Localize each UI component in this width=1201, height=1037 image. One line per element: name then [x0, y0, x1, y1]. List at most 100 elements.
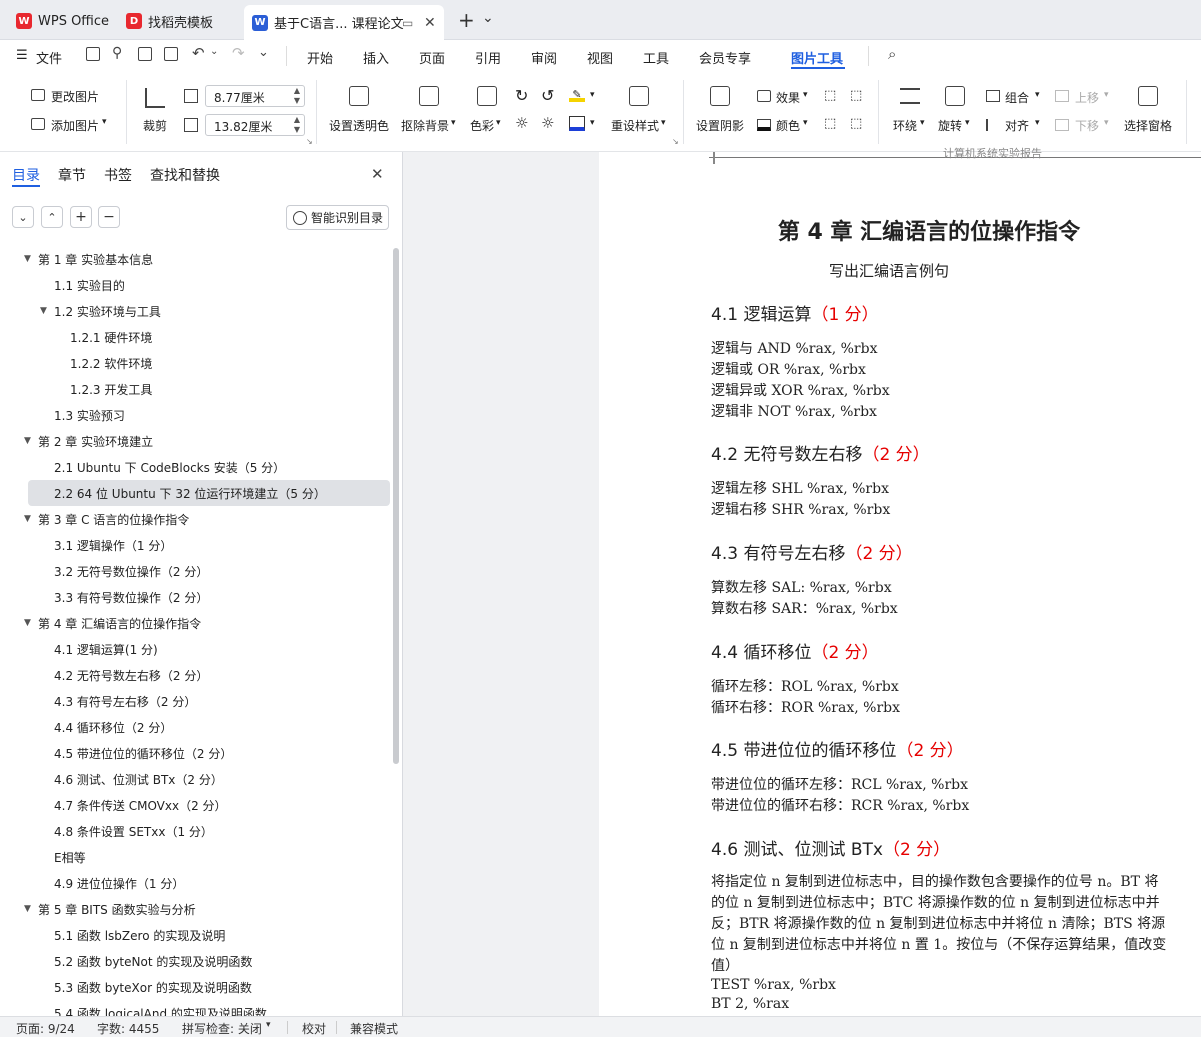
menu-picture-tools[interactable]: 图片工具	[791, 48, 843, 67]
preset-style-dropdown-icon[interactable]: ▾	[661, 118, 666, 128]
move-up-dropdown-icon[interactable]: ▾	[1104, 90, 1109, 100]
menu-file[interactable]: 文件	[36, 48, 62, 67]
toc-section-item[interactable]: 3.3 有符号数位操作（2 分）	[0, 584, 392, 610]
toc-section-item[interactable]: E相等	[0, 844, 392, 870]
remove-bg-dropdown-icon[interactable]: ▾	[451, 118, 456, 128]
preset-style-button[interactable]: 重设样式	[611, 117, 659, 134]
expand-arrow-icon[interactable]: ▼	[24, 436, 31, 446]
tab-wps-office[interactable]: W WPS Office	[8, 6, 117, 36]
expand-arrow-icon[interactable]: ▼	[24, 904, 31, 914]
height-field[interactable]: 13.82厘米 ▲ ▼	[205, 114, 305, 136]
set-shadow-button[interactable]: 设置阴影	[696, 117, 744, 134]
new-tab-button[interactable]: +	[458, 8, 475, 32]
send-backward-icon[interactable]: ⬚	[850, 88, 862, 103]
page-count[interactable]: 页面: 9/24	[16, 1020, 75, 1037]
tab-chapter[interactable]: 章节	[58, 165, 86, 185]
rotate-dropdown-icon[interactable]: ▾	[965, 118, 970, 128]
crop-button[interactable]: 裁剪	[143, 117, 167, 134]
screen-icon[interactable]: ▭	[402, 16, 413, 30]
change-image-button[interactable]: 更改图片	[51, 88, 99, 105]
menu-reference[interactable]: 引用	[475, 48, 501, 67]
toc-section-item[interactable]: 2.1 Ubuntu 下 CodeBlocks 安装（5 分）	[0, 454, 392, 480]
dialog-launcher-icon[interactable]: ↘	[672, 137, 679, 146]
toc-section-item[interactable]: 5.3 函数 byteXor 的实现及说明函数	[0, 974, 392, 1000]
move-up-button[interactable]: 上移	[1075, 89, 1099, 106]
print-preview-icon[interactable]	[164, 47, 178, 61]
toc-section-item[interactable]: 1.1 实验目的	[0, 272, 392, 298]
toc-section-item[interactable]: 1.2.1 硬件环境	[0, 324, 392, 350]
collapse-up-button[interactable]: ⌃	[41, 206, 63, 228]
toc-chapter-item[interactable]: ▼ 第 5 章 BITS 函数实验与分析	[0, 896, 392, 922]
toc-section-item[interactable]: 1.3 实验预习	[0, 402, 392, 428]
toc-section-item[interactable]: 4.3 有符号左右移（2 分）	[0, 688, 392, 714]
toc-section-item[interactable]: ▼ 1.2 实验环境与工具	[0, 298, 392, 324]
remove-bg-button[interactable]: 抠除背景	[401, 117, 449, 134]
dialog-launcher-icon[interactable]: ↘	[306, 137, 313, 146]
toc-section-item[interactable]: 1.2.2 软件环境	[0, 350, 392, 376]
add-image-button[interactable]: 添加图片	[51, 117, 99, 134]
color-button[interactable]: 色彩	[470, 117, 494, 134]
toc-section-item[interactable]: 3.1 逻辑操作（1 分）	[0, 532, 392, 558]
add-image-dropdown-icon[interactable]: ▾	[102, 117, 107, 127]
spell-check-dropdown-icon[interactable]: ▾	[266, 1020, 271, 1030]
search-icon[interactable]: ⌕	[888, 45, 896, 63]
menu-page[interactable]: 页面	[419, 48, 445, 67]
tab-toc[interactable]: 目录	[12, 165, 40, 185]
print-icon[interactable]	[138, 47, 152, 61]
set-transparent-button[interactable]: 设置透明色	[329, 117, 389, 134]
link-icon[interactable]: ⚲	[112, 45, 122, 61]
save-icon[interactable]	[86, 47, 100, 61]
highlight-dropdown-icon[interactable]: ▾	[590, 90, 595, 100]
tab-bookmark[interactable]: 书签	[104, 165, 132, 185]
group-dropdown-icon[interactable]: ▾	[1035, 90, 1040, 100]
toc-section-item[interactable]: 3.2 无符号数位操作（2 分）	[0, 558, 392, 584]
align-dropdown-icon[interactable]: ▾	[1035, 118, 1040, 128]
select-pane-button[interactable]: 选择窗格	[1124, 117, 1172, 134]
brightness-down-icon[interactable]: ☼	[541, 114, 554, 132]
tab-dropdown-icon[interactable]: ⌄	[482, 10, 494, 26]
menu-insert[interactable]: 插入	[363, 48, 389, 67]
toc-chapter-item[interactable]: ▼ 第 4 章 汇编语言的位操作指令	[0, 610, 392, 636]
tab-document[interactable]: W 基于C语言... 课程论文 ▭ ✕	[244, 5, 444, 40]
width-field[interactable]: 8.77厘米 ▲ ▼	[205, 85, 305, 107]
toc-section-item[interactable]: 2.2 64 位 Ubuntu 下 32 位运行环境建立（5 分）	[28, 480, 390, 506]
toc-section-item[interactable]: 4.9 进位位操作（1 分）	[0, 870, 392, 896]
smart-toc-button[interactable]: 智能识别目录	[286, 205, 389, 230]
wrap-dropdown-icon[interactable]: ▾	[920, 118, 925, 128]
menu-start[interactable]: 开始	[307, 48, 333, 67]
toc-section-item[interactable]: 4.4 循环移位（2 分）	[0, 714, 392, 740]
outline-color-icon[interactable]	[569, 116, 585, 131]
undo-icon[interactable]: ↶	[192, 44, 205, 62]
menu-member[interactable]: 会员专享	[699, 48, 751, 67]
toc-section-item[interactable]: 1.2.3 开发工具	[0, 376, 392, 402]
menu-tools[interactable]: 工具	[643, 48, 669, 67]
undo-dropdown-icon[interactable]: ⌄	[210, 46, 218, 57]
menu-review[interactable]: 审阅	[531, 48, 557, 67]
wrap-button[interactable]: 环绕	[893, 117, 917, 134]
toc-chapter-item[interactable]: ▼ 第 3 章 C 语言的位操作指令	[0, 506, 392, 532]
rotate-button[interactable]: 旋转	[938, 117, 962, 134]
size-icon[interactable]: ⬚	[850, 116, 862, 131]
toc-chapter-item[interactable]: ▼ 第 2 章 实验环境建立	[0, 428, 392, 454]
redo-icon[interactable]: ↷	[232, 44, 245, 62]
expand-arrow-icon[interactable]: ▼	[40, 306, 47, 316]
more-dropdown-icon[interactable]: ⌄	[258, 45, 269, 60]
add-heading-button[interactable]: +	[70, 206, 92, 228]
rotate-right-icon[interactable]: ↺	[541, 86, 554, 105]
group-button[interactable]: 组合	[1005, 89, 1029, 106]
move-down-button[interactable]: 下移	[1075, 117, 1099, 134]
spell-check[interactable]: 拼写检查: 关闭	[182, 1020, 262, 1037]
expand-arrow-icon[interactable]: ▼	[24, 254, 31, 264]
spinner-icon[interactable]: ▲ ▼	[294, 115, 300, 135]
outline-color-button[interactable]: 颜色	[776, 117, 800, 134]
menu-view[interactable]: 视图	[587, 48, 613, 67]
expand-arrow-icon[interactable]: ▼	[24, 618, 31, 628]
expand-arrow-icon[interactable]: ▼	[24, 514, 31, 524]
toc-section-item[interactable]: 4.1 逻辑运算(1 分)	[0, 636, 392, 662]
close-tab-icon[interactable]: ✕	[424, 15, 436, 31]
move-down-dropdown-icon[interactable]: ▾	[1104, 118, 1109, 128]
close-pane-icon[interactable]: ✕	[371, 165, 384, 183]
highlight-icon[interactable]: ✎	[569, 88, 585, 102]
bring-forward-icon[interactable]: ⬚	[824, 88, 836, 103]
rotate-left-icon[interactable]: ↻	[515, 86, 528, 105]
